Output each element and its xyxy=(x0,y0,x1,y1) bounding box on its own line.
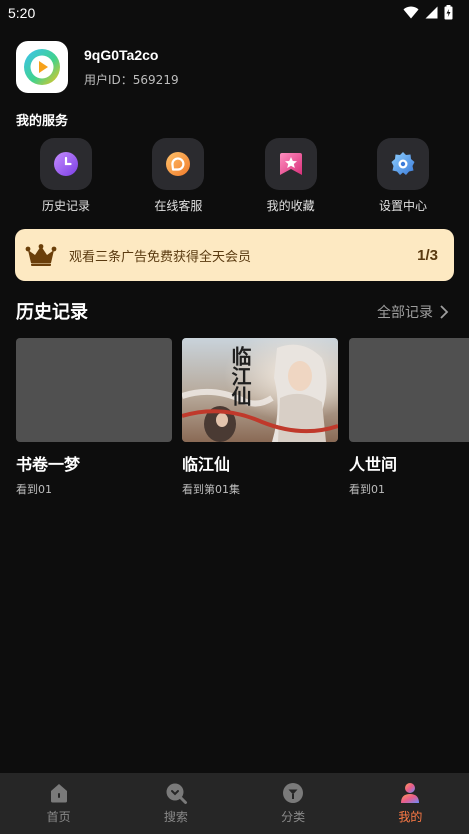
ad-membership-banner[interactable]: 观看三条广告免费获得全天会员 1/3 xyxy=(15,229,454,281)
cellular-signal-icon xyxy=(425,6,438,19)
service-icon-wrap xyxy=(376,138,429,190)
card-poster: 临江仙 xyxy=(182,338,338,442)
crown-icon xyxy=(25,244,57,266)
status-icons xyxy=(403,5,453,20)
nav-label: 搜索 xyxy=(163,810,188,824)
clock-icon xyxy=(54,152,78,176)
nav-profile[interactable]: 我的 xyxy=(352,773,469,834)
card-thumbnail xyxy=(16,338,172,442)
nav-label: 首页 xyxy=(46,810,71,824)
card-thumbnail xyxy=(349,338,469,442)
service-label: 设置中心 xyxy=(378,199,427,213)
category-icon xyxy=(283,783,304,803)
history-list: 书卷一梦 看到01 临江仙 临江仙 看到第01集 人世间 看到01 xyxy=(16,338,469,498)
service-icon-wrap xyxy=(40,138,92,190)
chevron-right-icon xyxy=(440,305,449,319)
service-icon-wrap xyxy=(152,138,205,190)
card-progress: 看到第01集 xyxy=(182,483,240,496)
ad-text: 观看三条广告免费获得全天会员 xyxy=(69,249,252,265)
drama-poster-image: 临江仙 xyxy=(182,338,338,442)
app-logo xyxy=(16,41,68,93)
bottom-navigation: 首页 搜索 分类 我的 xyxy=(0,773,469,834)
services-grid: 历史记录 在线客服 我的收藏 设置中心 xyxy=(16,138,453,214)
history-card[interactable]: 人世间 看到01 xyxy=(349,338,469,497)
status-time: 5:20 xyxy=(8,5,36,21)
service-history[interactable]: 历史记录 xyxy=(16,138,116,214)
card-title: 人世间 xyxy=(349,455,398,474)
poster-title-text: 临江仙 xyxy=(228,345,252,407)
username: 9qG0Ta2co xyxy=(84,46,159,63)
home-icon xyxy=(50,784,67,803)
service-label: 历史记录 xyxy=(41,199,90,213)
card-title: 临江仙 xyxy=(182,455,231,474)
card-progress: 看到01 xyxy=(349,483,385,496)
history-title: 历史记录 xyxy=(16,302,88,323)
user-id: 用户ID：569219 xyxy=(84,72,179,87)
service-settings[interactable]: 设置中心 xyxy=(353,138,453,214)
search-icon xyxy=(166,783,187,804)
service-label: 在线客服 xyxy=(154,199,203,213)
nav-label: 分类 xyxy=(281,810,306,824)
service-favorites[interactable]: 我的收藏 xyxy=(241,138,341,214)
nav-label: 我的 xyxy=(398,810,423,824)
view-all-label: 全部记录 xyxy=(377,305,433,321)
nav-home[interactable]: 首页 xyxy=(0,773,117,834)
gear-icon xyxy=(391,152,415,175)
view-all-history-link[interactable]: 全部记录 xyxy=(377,302,451,322)
services-title: 我的服务 xyxy=(16,114,69,129)
service-label: 我的收藏 xyxy=(266,199,315,213)
star-bookmark-icon xyxy=(279,153,302,175)
service-icon-wrap xyxy=(264,138,317,190)
play-logo-icon xyxy=(24,49,60,85)
history-card[interactable]: 书卷一梦 看到01 xyxy=(16,338,172,497)
status-bar: 5:20 xyxy=(0,0,469,28)
ad-progress: 1/3 xyxy=(417,246,438,264)
chat-icon xyxy=(166,152,191,176)
card-title: 书卷一梦 xyxy=(16,455,81,474)
profile-text: 9qG0Ta2co 用户ID：569219 xyxy=(84,47,179,88)
service-online-support[interactable]: 在线客服 xyxy=(128,138,228,214)
history-card[interactable]: 临江仙 临江仙 看到第01集 xyxy=(182,338,338,497)
profile-header[interactable]: 9qG0Ta2co 用户ID：569219 xyxy=(16,41,179,93)
wifi-icon xyxy=(403,6,419,19)
battery-icon xyxy=(444,5,453,20)
nav-search[interactable]: 搜索 xyxy=(117,773,234,834)
profile-icon xyxy=(401,783,420,803)
profile-page: 5:20 9qG0Ta2co 用户ID：569219 我的服务 历史记录 在线客… xyxy=(0,0,469,834)
card-progress: 看到01 xyxy=(16,483,52,496)
nav-category[interactable]: 分类 xyxy=(235,773,352,834)
